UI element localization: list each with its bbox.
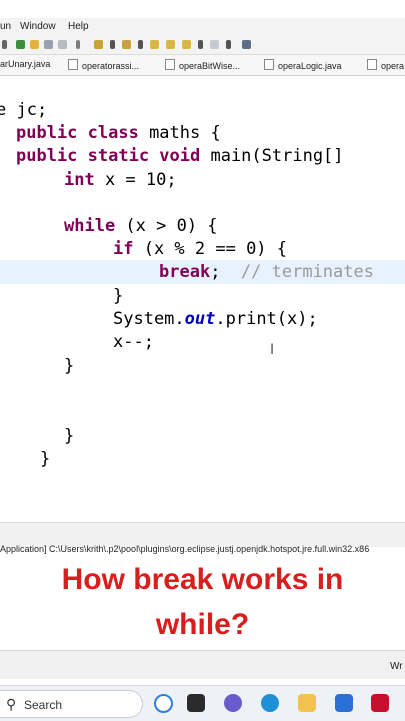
- open-perspective-icon[interactable]: [242, 40, 251, 49]
- copy-icon[interactable]: [58, 40, 67, 49]
- tab-operalogic[interactable]: operaLogic.java: [264, 59, 342, 71]
- task-view-icon[interactable]: [187, 694, 205, 712]
- chat-icon[interactable]: [224, 694, 242, 712]
- code-line: }: [64, 356, 75, 376]
- code-line: e jc;: [0, 100, 48, 120]
- toolbar: [0, 36, 405, 55]
- dropdown-arrow-icon[interactable]: [138, 40, 143, 49]
- code-line: if (x % 2 == 0) {: [113, 239, 288, 259]
- edit-icon[interactable]: [30, 40, 39, 49]
- dropdown-arrow-icon[interactable]: [2, 40, 7, 49]
- menu-bar: un Window Help: [0, 18, 405, 36]
- search-icon: ⚲: [6, 696, 17, 712]
- tab-opera[interactable]: opera: [367, 59, 404, 71]
- code-line: System.out.print(x);: [113, 309, 318, 329]
- java-file-icon: [367, 59, 377, 70]
- tab-operatorassi[interactable]: operatorassi...: [68, 59, 139, 71]
- status-text: Wr: [390, 661, 403, 672]
- status-bar: Wr: [0, 650, 405, 679]
- file-explorer-icon[interactable]: [298, 694, 316, 712]
- taskbar-search[interactable]: ⚲ Search: [0, 690, 143, 718]
- caption-line-2: while?: [155, 608, 250, 641]
- java-file-icon: [264, 59, 274, 70]
- code-editor[interactable]: e jc; public class maths { public static…: [0, 76, 405, 512]
- taskbar: ⚲ Search: [0, 685, 405, 721]
- mcafee-icon[interactable]: [371, 694, 389, 712]
- editor-tabs: arUnary.java operatorassi... operaBitWis…: [0, 55, 405, 76]
- code-line: }: [64, 426, 75, 446]
- tab-unary[interactable]: arUnary.java: [0, 59, 50, 69]
- code-line: while (x > 0) {: [64, 216, 218, 236]
- bing-icon[interactable]: [154, 694, 173, 713]
- dropdown-arrow-icon[interactable]: [110, 40, 115, 49]
- back-nav-icon[interactable]: [182, 40, 191, 49]
- menu-window[interactable]: Window: [20, 21, 56, 32]
- menu-run[interactable]: un: [0, 21, 11, 32]
- code-line: }: [113, 286, 124, 306]
- tab-operabitwise[interactable]: operaBitWise...: [165, 59, 240, 71]
- dropdown-arrow-icon[interactable]: [226, 40, 231, 49]
- last-edit-icon[interactable]: [150, 40, 159, 49]
- code-line: public static void main(String[]: [16, 146, 344, 166]
- code-line: break; // terminates: [159, 262, 374, 282]
- code-line: public class maths {: [16, 123, 221, 143]
- search-placeholder: Search: [24, 698, 63, 712]
- java-file-icon: [165, 59, 175, 70]
- pin-icon[interactable]: [16, 40, 25, 49]
- console-path: Application] C:\Users\krith\.p2\pool\plu…: [0, 544, 370, 554]
- document-icon[interactable]: [44, 40, 53, 49]
- store-icon[interactable]: [335, 694, 353, 712]
- text-cursor-icon: I: [270, 342, 275, 358]
- dropdown-arrow-icon[interactable]: [198, 40, 203, 49]
- code-line: }: [40, 449, 51, 469]
- code-line: x--;: [113, 332, 154, 352]
- edge-icon[interactable]: [261, 694, 279, 712]
- caption-line-1: How break works in: [61, 563, 344, 596]
- menu-help[interactable]: Help: [68, 21, 89, 32]
- prev-annotation-icon[interactable]: [122, 40, 131, 49]
- paragraph-icon[interactable]: [76, 40, 80, 49]
- next-annotation-icon[interactable]: [94, 40, 103, 49]
- code-line: int x = 10;: [64, 170, 177, 190]
- back-icon[interactable]: [166, 40, 175, 49]
- forward-icon[interactable]: [210, 40, 219, 49]
- java-file-icon: [68, 59, 78, 70]
